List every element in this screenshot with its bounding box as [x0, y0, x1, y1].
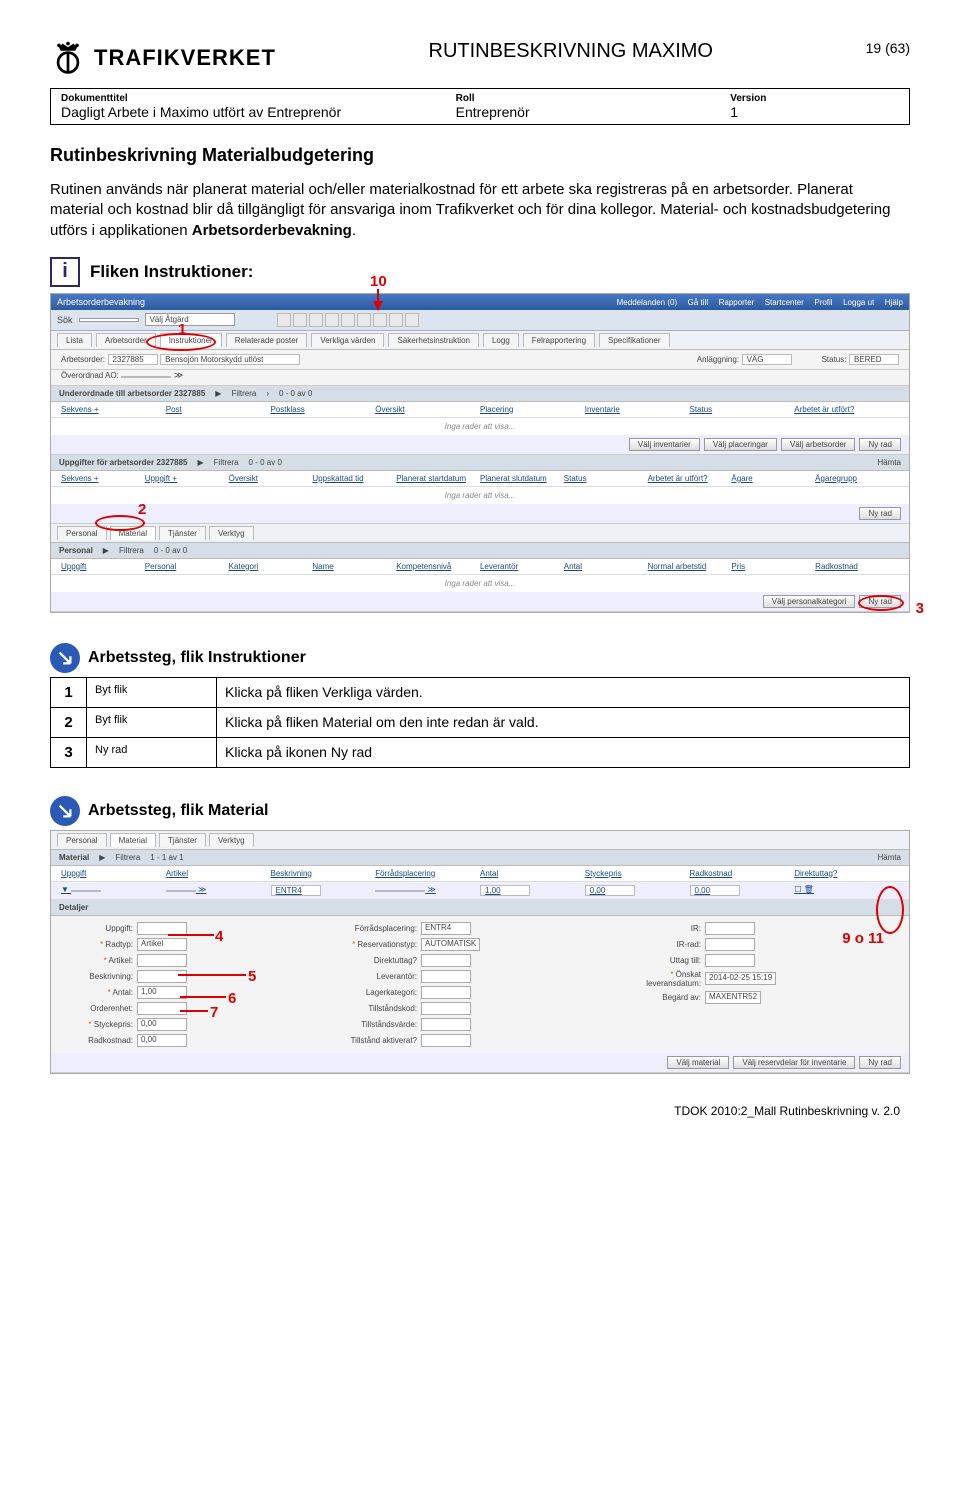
detail-field[interactable] — [421, 1034, 471, 1047]
tab-felrapportering[interactable]: Felrapportering — [523, 333, 595, 347]
btn-valj-arbetsorder[interactable]: Välj arbetsorder — [781, 438, 855, 451]
toolbar-icon[interactable] — [389, 313, 403, 327]
tab-relaterade[interactable]: Relaterade poster — [226, 333, 308, 347]
brand-text: TRAFIKVERKET — [94, 45, 276, 71]
callout-oval-3 — [858, 595, 904, 611]
meta-label-doctitle: Dokumenttitel — [61, 93, 436, 104]
brand-logo: TRAFIKVERKET — [50, 40, 276, 76]
table-row: 2Byt flikKlicka på fliken Material om de… — [51, 707, 910, 737]
subtab-verktyg[interactable]: Verktyg — [209, 833, 254, 847]
toolbar-icon[interactable] — [277, 313, 291, 327]
steps-title-2: Arbetssteg, flik Material — [88, 802, 269, 820]
subtab-tjanster[interactable]: Tjänster — [159, 526, 206, 540]
page-number: 19 (63) — [866, 40, 910, 56]
meta-label-role: Roll — [456, 93, 711, 104]
detail-field[interactable] — [421, 1002, 471, 1015]
callout-9o11: 9 o 11 — [842, 930, 884, 947]
detail-field[interactable]: 0,00 — [137, 1034, 187, 1047]
action-dropdown[interactable]: Välj Åtgärd — [145, 313, 235, 326]
table-row: 3Ny radKlicka på ikonen Ny rad — [51, 737, 910, 767]
callout-4: 4 — [215, 928, 223, 945]
detail-field[interactable]: ENTR4 — [421, 922, 471, 935]
meta-box: Dokumenttitel Dagligt Arbete i Maximo ut… — [50, 88, 910, 125]
callout-3: 3 — [916, 600, 924, 617]
detail-field[interactable] — [421, 986, 471, 999]
arrow-circle-icon — [50, 643, 80, 673]
btn-valj-placeringar[interactable]: Välj placeringar — [704, 438, 777, 451]
callout-10: 10 — [370, 273, 387, 290]
subtab-tjanster[interactable]: Tjänster — [159, 833, 206, 847]
detail-field[interactable]: AUTOMATISK — [421, 938, 480, 951]
btn-ny-rad[interactable]: Ny rad — [859, 1056, 901, 1069]
arrow-down-icon — [373, 301, 383, 311]
detail-field[interactable]: 0,00 — [137, 1018, 187, 1031]
tab-verkliga[interactable]: Verkliga värden — [311, 333, 384, 347]
arrow-circle-icon — [50, 796, 80, 826]
callout-7: 7 — [210, 1004, 218, 1021]
toolbar-icon[interactable] — [341, 313, 355, 327]
btn-valj-material[interactable]: Välj material — [667, 1056, 729, 1069]
detail-field[interactable]: 2014-02-25 15:19 — [705, 972, 776, 985]
callout-6: 6 — [228, 990, 236, 1007]
detail-field[interactable]: MAXENTR52 — [705, 991, 761, 1004]
subtab-material[interactable]: Material — [110, 833, 156, 847]
detail-field[interactable] — [421, 954, 471, 967]
callout-2: 2 — [138, 501, 146, 518]
btn-valj-inventarier[interactable]: Välj inventarier — [629, 438, 700, 451]
tab-logg[interactable]: Logg — [483, 333, 519, 347]
meta-role: Entreprenör — [456, 104, 711, 120]
steps-title-1: Arbetssteg, flik Instruktioner — [88, 649, 306, 667]
info-title: Fliken Instruktioner: — [90, 262, 253, 282]
toolbar-icon[interactable] — [325, 313, 339, 327]
detail-field[interactable] — [705, 954, 755, 967]
search-input[interactable] — [79, 318, 139, 322]
toolbar-icon[interactable] — [293, 313, 307, 327]
btn-valj-personalkategori[interactable]: Välj personalkategori — [763, 595, 856, 608]
meta-doctitle: Dagligt Arbete i Maximo utfört av Entrep… — [61, 104, 436, 120]
info-icon: i — [50, 257, 80, 287]
detail-field[interactable]: Artikel — [137, 938, 187, 951]
btn-ny-rad[interactable]: Ny rad — [859, 507, 901, 520]
toolbar-icon[interactable] — [373, 313, 387, 327]
table-row: 1Byt flikKlicka på fliken Verkliga värde… — [51, 677, 910, 707]
footer: TDOK 2010:2_Mall Rutinbeskrivning v. 2.0 — [50, 1104, 910, 1118]
detail-field[interactable] — [421, 1018, 471, 1031]
top-links: Meddelanden (0) Gå till Rapporter Startc… — [609, 297, 903, 307]
toolbar-icon[interactable] — [357, 313, 371, 327]
btn-valj-reservdelar[interactable]: Välj reservdelar för inventarie — [733, 1056, 855, 1069]
callout-5: 5 — [248, 968, 256, 985]
doc-title: RUTINBESKRIVNING MAXIMO — [429, 40, 713, 63]
tab-sakerhet[interactable]: Säkerhetsinstruktion — [388, 333, 478, 347]
subtab-personal[interactable]: Personal — [57, 833, 107, 847]
app-title: Arbetsorderbevakning — [57, 297, 145, 307]
detail-field[interactable] — [137, 1002, 187, 1015]
crown-logo-icon — [50, 40, 86, 76]
callout-oval-2 — [95, 515, 145, 531]
maximo-screenshot-2: Personal Material Tjänster Verktyg Mater… — [50, 830, 910, 1074]
callout-oval-9 — [876, 886, 904, 934]
steps-table-1: 1Byt flikKlicka på fliken Verkliga värde… — [50, 677, 910, 768]
subtab-verktyg[interactable]: Verktyg — [209, 526, 254, 540]
toolbar-icon[interactable] — [309, 313, 323, 327]
meta-label-version: Version — [730, 93, 899, 104]
detail-field[interactable] — [137, 954, 187, 967]
callout-oval-1 — [146, 333, 216, 351]
detail-field[interactable] — [705, 922, 755, 935]
detail-field[interactable] — [421, 970, 471, 983]
section-title: Rutinbeskrivning Materialbudgetering — [50, 145, 910, 166]
toolbar-icon[interactable] — [405, 313, 419, 327]
section-body: Rutinen används när planerat material oc… — [50, 180, 910, 241]
detail-field[interactable] — [705, 938, 755, 951]
tab-specifikationer[interactable]: Specifikationer — [599, 333, 669, 347]
btn-ny-rad[interactable]: Ny rad — [859, 438, 901, 451]
tab-lista[interactable]: Lista — [57, 333, 92, 347]
meta-version: 1 — [730, 104, 899, 120]
detail-field[interactable] — [137, 970, 187, 983]
